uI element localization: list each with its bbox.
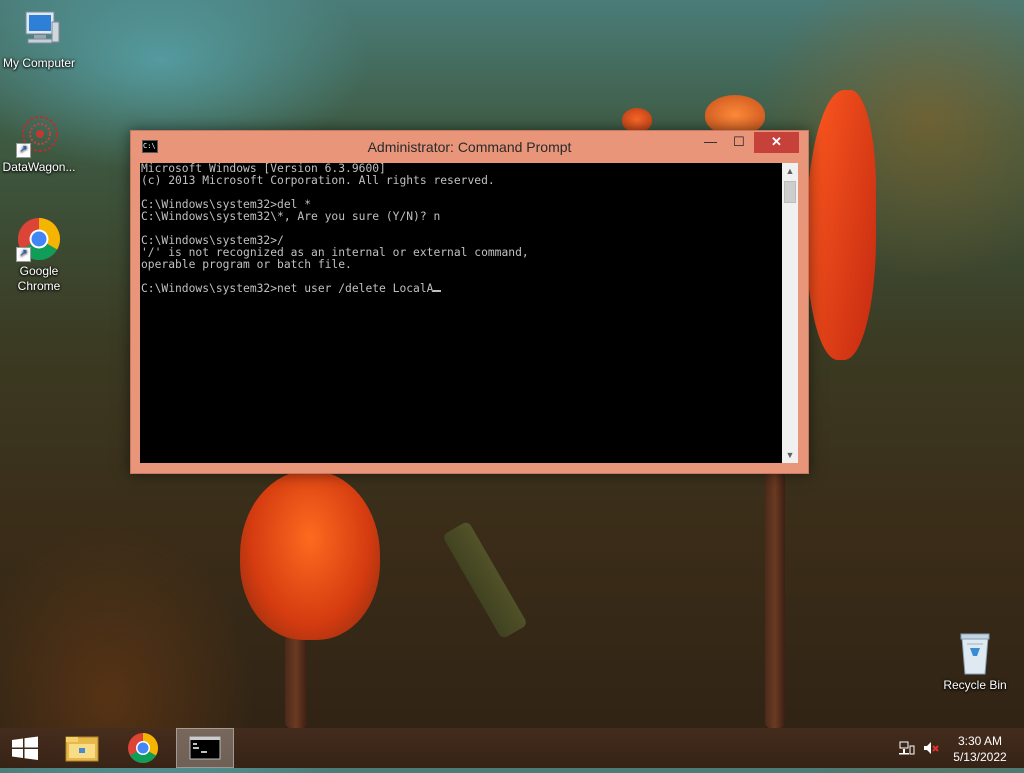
console-output[interactable]: Microsoft Windows [Version 6.3.9600] (c)… [140,163,782,463]
desktop-icon-google-chrome[interactable]: ↗ Google Chrome [0,216,78,294]
desktop-icon-label: My Computer [2,56,76,70]
close-button[interactable]: ✕ [754,132,799,153]
console-line: C:\Windows\system32\*, Are you sure (Y/N… [141,210,441,223]
taskbar: 3:30 AM 5/13/2022 [0,728,1024,768]
folder-icon [65,736,99,762]
scrollbar-thumb[interactable] [784,181,796,203]
clock-time: 3:30 AM [957,734,1003,748]
taskbar-command-prompt[interactable] [176,728,234,768]
recycle-bin-icon [952,630,998,676]
vertical-scrollbar[interactable]: ▲ ▼ [782,163,798,463]
clock-date: 5/13/2022 [953,750,1007,764]
text-cursor [433,290,442,292]
shortcut-arrow-icon: ↗ [16,247,31,262]
desktop-icon-recycle-bin[interactable]: Recycle Bin [936,630,1014,693]
maximize-button[interactable]: ☐ [726,132,752,153]
console-input-line[interactable]: C:\Windows\system32>net user /delete Loc… [140,283,782,295]
window-titlebar[interactable]: C:\ Administrator: Command Prompt — ☐ ✕ [131,131,808,163]
desktop-icon-my-computer[interactable]: My Computer [0,8,78,71]
minimize-button[interactable]: — [697,132,724,153]
console-command: C:\Windows\system32>net user /delete Loc… [141,282,434,295]
scroll-down-arrow-icon[interactable]: ▼ [782,447,798,463]
windows-logo-icon [12,736,38,760]
shortcut-arrow-icon: ↗ [16,143,31,158]
desktop-icon-label: Recycle Bin [943,678,1007,692]
chrome-icon: ↗ [16,216,62,262]
start-button[interactable] [0,728,56,768]
taskbar-google-chrome[interactable] [115,728,171,768]
datawagon-icon: ↗ [16,112,62,158]
scroll-up-arrow-icon[interactable]: ▲ [782,163,798,179]
desktop-icon-label: Google Chrome [17,264,61,293]
network-icon[interactable] [898,740,916,756]
desktop-icon-label: DataWagon... [2,160,76,174]
volume-muted-icon[interactable] [922,740,940,756]
command-prompt-icon [189,736,221,760]
desktop-icon-datawagon[interactable]: ↗ DataWagon... [0,112,78,175]
taskbar-file-explorer[interactable] [54,728,110,768]
console-line: (c) 2013 Microsoft Corporation. All righ… [141,174,495,187]
console-line: operable program or batch file. [141,258,352,271]
chrome-icon [128,733,159,764]
taskbar-clock[interactable]: 3:30 AM 5/13/2022 [948,733,1012,765]
computer-icon [16,8,62,54]
command-prompt-window[interactable]: C:\ Administrator: Command Prompt — ☐ ✕ … [130,130,809,474]
